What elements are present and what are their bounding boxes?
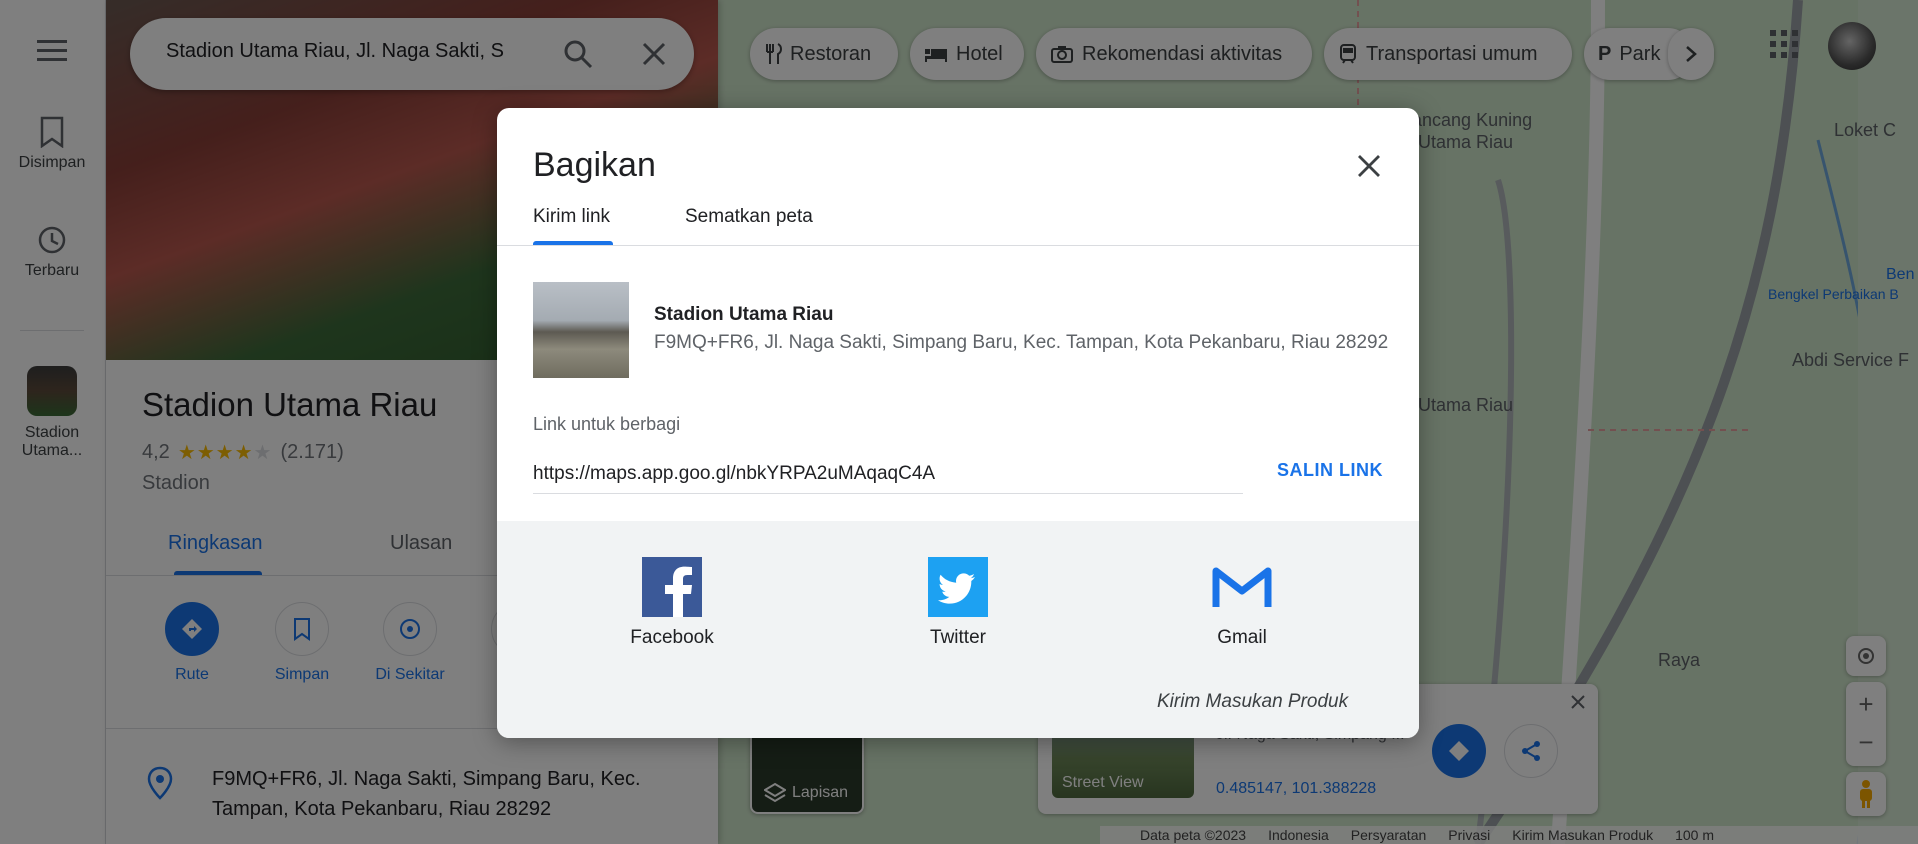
share-facebook[interactable]: Facebook bbox=[597, 557, 747, 649]
share-twitter[interactable]: Twitter bbox=[883, 557, 1033, 649]
share-link-label: Link untuk berbagi bbox=[533, 414, 681, 434]
twitter-icon bbox=[928, 557, 988, 617]
facebook-icon bbox=[642, 557, 702, 617]
share-gmail[interactable]: Gmail bbox=[1167, 557, 1317, 649]
place-thumbnail bbox=[533, 282, 629, 378]
dialog-close-button[interactable] bbox=[1349, 146, 1389, 186]
share-place-name: Stadion Utama Riau bbox=[654, 304, 834, 325]
gmail-icon bbox=[1212, 557, 1272, 617]
dialog-title: Bagikan bbox=[533, 146, 656, 184]
share-gmail-label: Gmail bbox=[1217, 627, 1267, 648]
share-facebook-label: Facebook bbox=[630, 627, 714, 648]
share-place-address: F9MQ+FR6, Jl. Naga Sakti, Simpang Baru, … bbox=[654, 332, 1389, 353]
tab-embed-map[interactable]: Sematkan peta bbox=[685, 206, 813, 228]
dialog-tab-divider bbox=[497, 245, 1419, 246]
product-feedback-link[interactable]: Kirim Masukan Produk bbox=[1157, 691, 1348, 713]
share-targets: Facebook Twitter Gmail Kirim Masukan Pro… bbox=[497, 521, 1419, 738]
share-dialog: Bagikan Kirim link Sematkan peta Stadion… bbox=[497, 108, 1419, 738]
share-link-field[interactable] bbox=[533, 454, 1243, 494]
tab-send-link[interactable]: Kirim link bbox=[533, 206, 610, 228]
copy-link-button[interactable]: SALIN LINK bbox=[1277, 460, 1383, 481]
close-icon bbox=[1358, 155, 1380, 177]
share-twitter-label: Twitter bbox=[930, 627, 986, 648]
